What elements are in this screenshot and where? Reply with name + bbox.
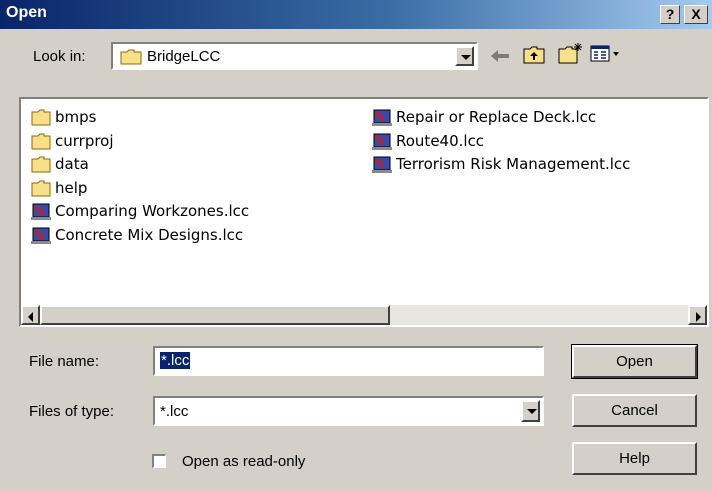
folder-icon: [120, 49, 142, 65]
file-item-label: Terrorism Risk Management.lcc: [396, 155, 631, 173]
lcc-file-icon: [372, 133, 392, 150]
open-button[interactable]: Open: [571, 344, 698, 379]
look-in-value: BridgeLCC: [147, 48, 221, 65]
help-question-icon: ?: [665, 6, 675, 22]
help-button-label: Help: [619, 450, 650, 467]
file-item-label: Comparing Workzones.lcc: [55, 202, 250, 220]
lcc-file-icon: [31, 227, 51, 244]
file-item-label: currproj: [55, 131, 114, 150]
help-button[interactable]: Help: [572, 442, 697, 475]
lcc-file-icon: [372, 109, 392, 126]
file-name-label: File name:: [29, 353, 100, 370]
file-item-label: bmps: [55, 108, 97, 126]
look-in-combo[interactable]: BridgeLCC: [111, 42, 478, 70]
open-dialog: Open ? X Look in: BridgeLCC bmps currpro…: [0, 0, 712, 491]
file-item[interactable]: Repair or Replace Deck.lcc: [372, 106, 596, 128]
open-button-label: Open: [616, 353, 653, 370]
arrow-right-icon: [696, 312, 701, 322]
file-list[interactable]: bmps currproj data help Comparing Workzones.…: [19, 97, 709, 327]
file-type-dropdown-button[interactable]: [521, 400, 540, 422]
view-menu-icon[interactable]: [590, 45, 622, 63]
lcc-file-icon: [372, 156, 392, 173]
cancel-button[interactable]: Cancel: [572, 394, 697, 427]
file-item[interactable]: Concrete Mix Designs.lcc: [31, 224, 243, 246]
cancel-button-label: Cancel: [611, 402, 658, 419]
file-item-label: help: [55, 178, 88, 197]
readonly-label[interactable]: Open as read-only: [182, 453, 305, 470]
folder-icon: [31, 180, 51, 196]
file-type-combo[interactable]: *.lcc: [153, 396, 544, 426]
file-item[interactable]: Comparing Workzones.lcc: [31, 200, 249, 222]
title-bar[interactable]: Open ? X: [0, 0, 712, 29]
file-name-value: *.lcc: [160, 352, 191, 369]
file-name-input[interactable]: *.lcc: [153, 346, 544, 376]
window-title: Open: [6, 4, 47, 21]
file-item-label: data: [55, 155, 89, 173]
chevron-down-icon: [527, 409, 537, 414]
folder-item[interactable]: currproj: [31, 130, 114, 152]
file-type-label: Files of type:: [29, 403, 115, 420]
folder-item[interactable]: bmps: [31, 106, 96, 128]
scroll-right-button[interactable]: [688, 305, 707, 325]
file-type-value: *.lcc: [160, 403, 189, 420]
file-item[interactable]: Route40.lcc: [372, 130, 484, 152]
lcc-file-icon: [31, 203, 51, 220]
folder-icon: [31, 156, 51, 173]
file-item[interactable]: Terrorism Risk Management.lcc: [372, 153, 630, 175]
close-icon: X: [691, 6, 701, 22]
horizontal-scrollbar[interactable]: [21, 305, 707, 325]
scroll-thumb[interactable]: [40, 305, 390, 325]
file-item-label: Concrete Mix Designs.lcc: [55, 225, 244, 244]
file-item-label: Repair or Replace Deck.lcc: [396, 108, 597, 126]
up-folder-icon[interactable]: [523, 44, 545, 64]
back-arrow-icon[interactable]: [489, 48, 511, 64]
look-in-label: Look in:: [33, 48, 86, 65]
file-item-label: Route40.lcc: [396, 131, 485, 150]
folder-icon: [31, 109, 51, 126]
folder-icon: [31, 133, 51, 149]
readonly-checkbox[interactable]: [152, 454, 166, 468]
folder-item[interactable]: help: [31, 177, 87, 199]
scroll-left-button[interactable]: [21, 305, 40, 325]
chevron-down-icon: [461, 55, 471, 60]
look-in-dropdown-button[interactable]: [455, 46, 474, 66]
close-title-button[interactable]: X: [684, 5, 708, 24]
arrow-left-icon: [28, 312, 33, 322]
folder-item[interactable]: data: [31, 153, 89, 175]
help-title-button[interactable]: ?: [660, 5, 680, 24]
new-folder-icon[interactable]: [558, 42, 584, 64]
